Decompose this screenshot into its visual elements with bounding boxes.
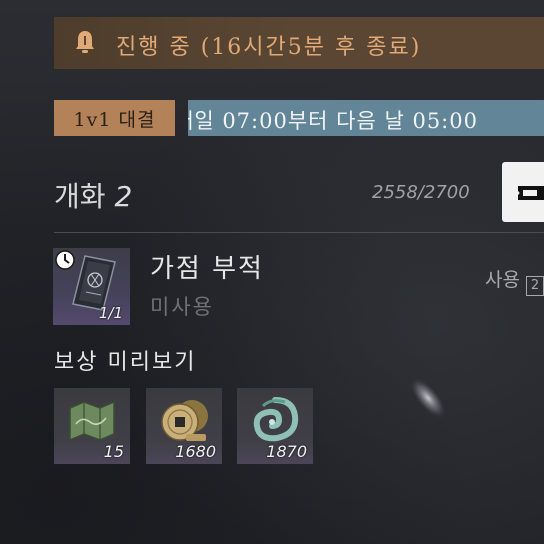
enhance-title: 개화 2 [54,175,132,215]
jade-swirl-icon [253,397,299,442]
clock-icon [55,250,75,270]
ticket-button[interactable] [502,162,544,222]
enhance-progress: 2558/2700 [372,182,470,203]
event-status-banner: 진행 중 (16시간5분 후 종료) [54,17,544,69]
use-toggle[interactable]: 사용 2 [485,265,544,296]
enhance-level: 2 [114,180,133,213]
use-count-box: 2 [525,276,544,296]
reward-item[interactable]: 15 [54,388,130,464]
background-glow [409,376,447,420]
schedule-text: 매일 07:00부터 다음 날 05:00 [188,109,478,133]
map-icon [69,400,115,442]
bell-icon [76,31,94,53]
mode-tag: 1v1 대결 [54,100,175,136]
use-label: 사용 [485,269,520,291]
reward-preview-heading: 보상 미리보기 [54,350,197,375]
talisman-item-slot[interactable]: 1/1 [53,248,130,325]
status-text: 진행 중 (16시간5분 후 종료) [116,35,422,60]
reward-qty: 1870 [266,442,307,461]
item-name: 가점 부적 [150,254,264,284]
schedule-bar: 매일 07:00부터 다음 날 05:00 [188,100,544,136]
reward-item[interactable]: 1680 [146,388,222,464]
ticket-icon [518,186,544,200]
coins-icon [161,400,208,441]
event-panel: 진행 중 (16시간5분 후 종료) 1v1 대결 매일 07:00부터 다음 … [0,0,544,544]
reward-qty: 1680 [175,442,216,461]
item-count: 1/1 [98,304,123,322]
divider [54,232,544,233]
reward-qty: 15 [103,442,124,461]
enhance-label: 개화 [54,180,106,213]
item-state: 미사용 [150,295,214,319]
reward-item[interactable]: 1870 [237,388,313,464]
